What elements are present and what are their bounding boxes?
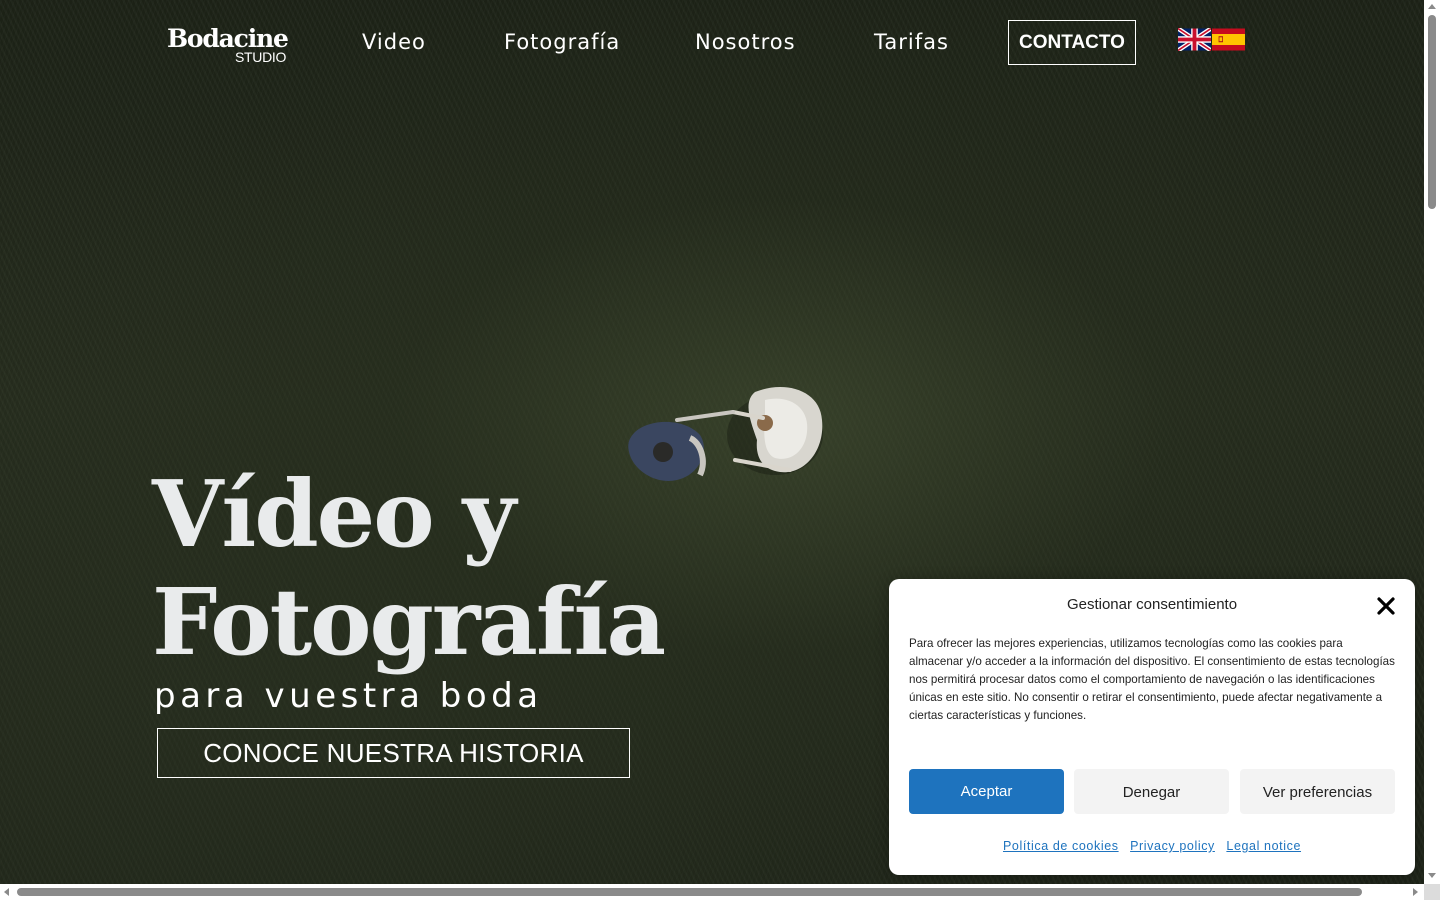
hero-title-line2: Fotografía — [152, 568, 666, 676]
our-story-button[interactable]: CONOCE NUESTRA HISTORIA — [157, 728, 630, 778]
hero-title: Vídeo y Fotografía — [152, 460, 666, 676]
horizontal-scrollbar-thumb[interactable] — [17, 888, 1362, 896]
nav-link-nosotros[interactable]: Nosotros — [695, 28, 796, 56]
cookie-dialog-title: Gestionar consentimiento — [1066, 596, 1238, 613]
hero-title-line1: Vídeo y — [152, 460, 516, 568]
scrollbar-corner — [1424, 884, 1440, 900]
vertical-scrollbar[interactable] — [1424, 0, 1440, 884]
uk-flag-icon[interactable] — [1178, 28, 1211, 51]
horizontal-scrollbar[interactable] — [0, 884, 1424, 900]
nav-link-fotografia[interactable]: Fotografía — [504, 28, 620, 56]
privacy-policy-link[interactable]: Privacy policy — [1130, 839, 1215, 853]
contact-button[interactable]: CONTACTO — [1008, 20, 1136, 65]
scroll-right-arrow-icon[interactable] — [1413, 888, 1418, 896]
hero-subtitle: para vuestra boda — [154, 676, 543, 716]
close-icon[interactable] — [1375, 595, 1397, 617]
main-nav: Bodacine STUDIO Video Fotografía Nosotro… — [0, 0, 1424, 84]
cookie-dialog-body: Para ofrecer las mejores experiencias, u… — [909, 637, 1395, 722]
scroll-left-arrow-icon[interactable] — [4, 888, 9, 896]
nav-link-tarifas[interactable]: Tarifas — [874, 28, 949, 56]
legal-notice-link[interactable]: Legal notice — [1226, 839, 1301, 853]
accept-button[interactable]: Aceptar — [909, 769, 1064, 814]
spain-flag-icon[interactable] — [1212, 28, 1245, 51]
site-logo[interactable]: Bodacine STUDIO — [167, 24, 297, 68]
nav-link-video[interactable]: Video — [362, 28, 426, 56]
view-preferences-button[interactable]: Ver preferencias — [1240, 769, 1395, 814]
logo-line2: STUDIO — [235, 49, 287, 65]
cookie-consent-dialog: Gestionar consentimiento Para ofrecer la… — [889, 579, 1415, 875]
deny-button[interactable]: Denegar — [1074, 769, 1229, 814]
cookie-policy-links: Política de cookies Privacy policy Legal… — [889, 837, 1415, 855]
cookie-policy-link[interactable]: Política de cookies — [1003, 839, 1119, 853]
scroll-down-arrow-icon[interactable] — [1428, 873, 1436, 878]
scroll-up-arrow-icon[interactable] — [1428, 4, 1436, 9]
vertical-scrollbar-thumb[interactable] — [1428, 15, 1436, 209]
page: Bodacine STUDIO Video Fotografía Nosotro… — [0, 0, 1440, 900]
